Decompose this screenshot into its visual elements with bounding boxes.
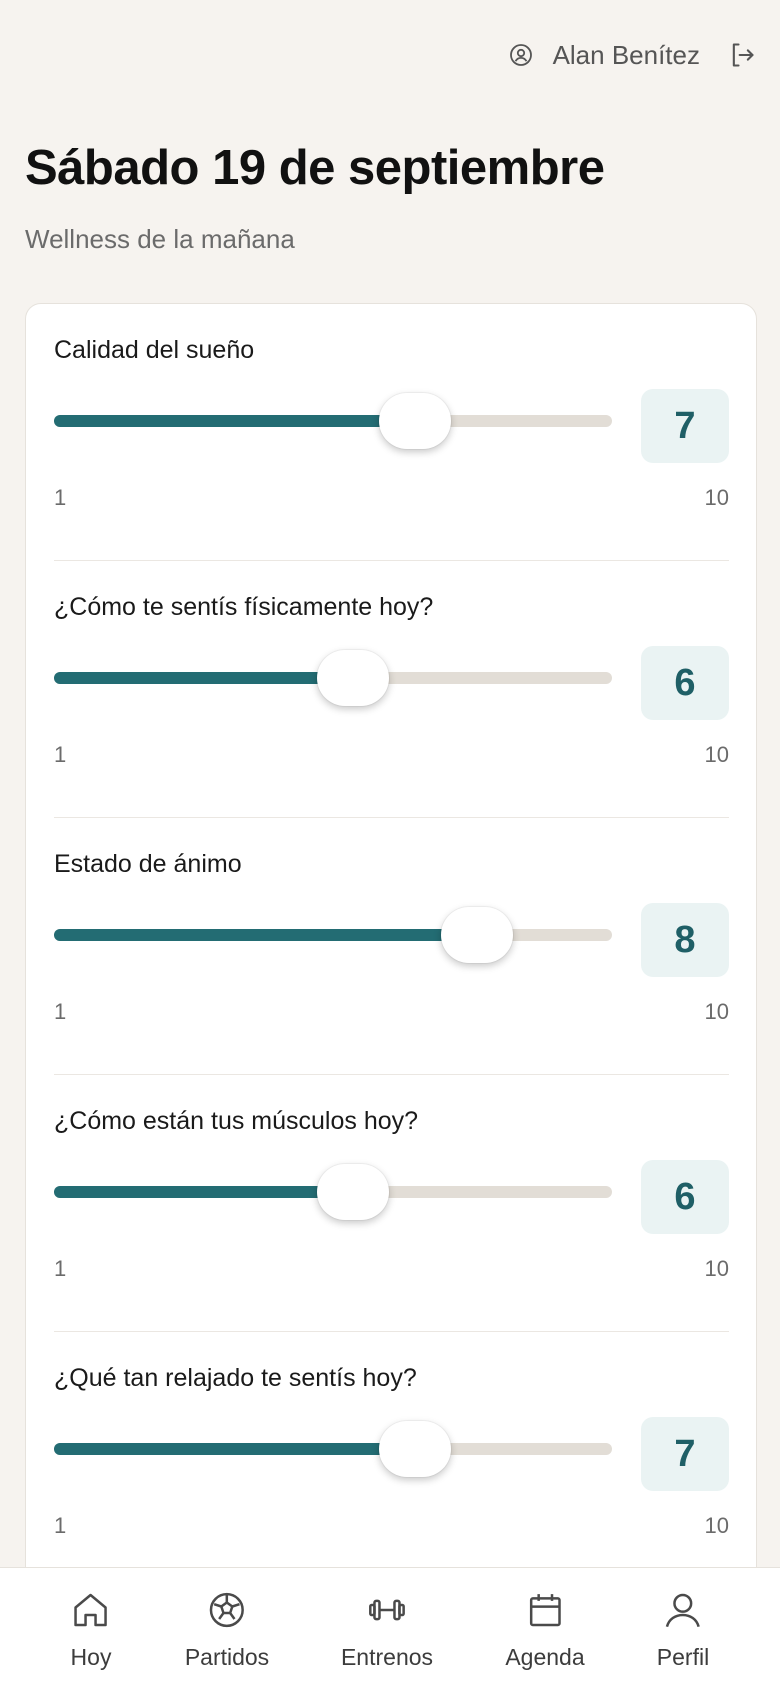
user-circle-icon xyxy=(509,44,532,66)
slider-track[interactable] xyxy=(54,393,612,449)
user-name: Alan Benítez xyxy=(552,39,700,70)
slider-track[interactable] xyxy=(54,1164,612,1220)
nav-label: Agenda xyxy=(505,1644,585,1670)
user-bar: Alan Benítez xyxy=(509,36,756,74)
slider-thumb[interactable] xyxy=(379,393,451,449)
question-physical-feeling: ¿Cómo te sentís físicamente hoy? 6 1 10 xyxy=(54,561,729,818)
slider-fill xyxy=(54,1443,415,1455)
slider-fill xyxy=(54,672,353,684)
slider-max-label: 10 xyxy=(704,999,729,1024)
question-relaxation: ¿Qué tan relajado te sentís hoy? 7 1 10 xyxy=(54,1332,729,1589)
slider-thumb[interactable] xyxy=(379,1421,451,1477)
user-icon xyxy=(665,1593,701,1628)
slider-max-label: 10 xyxy=(704,742,729,767)
slider-value: 6 xyxy=(641,646,729,720)
dumbbell-icon xyxy=(369,1599,405,1621)
slider-min-label: 1 xyxy=(54,1256,67,1281)
slider-max-label: 10 xyxy=(704,485,729,510)
slider-max-label: 10 xyxy=(704,1256,729,1281)
question-sleep-quality: Calidad del sueño 7 1 10 xyxy=(54,304,729,561)
nav-item-entrenos[interactable]: Entrenos xyxy=(341,1590,433,1671)
nav-label: Perfil xyxy=(656,1644,710,1670)
slider-value: 7 xyxy=(641,1417,729,1491)
slider-value: 7 xyxy=(641,389,729,463)
slider-thumb[interactable] xyxy=(317,1164,389,1220)
question-muscles: ¿Cómo están tus músculos hoy? 6 1 10 xyxy=(54,1075,729,1332)
slider-value: 6 xyxy=(641,1160,729,1234)
nav-item-hoy[interactable]: Hoy xyxy=(70,1590,112,1671)
slider-fill xyxy=(54,929,477,941)
nav-item-agenda[interactable]: Agenda xyxy=(505,1590,585,1671)
nav-label: Hoy xyxy=(70,1644,112,1670)
slider-fill xyxy=(54,1186,353,1198)
slider-track[interactable] xyxy=(54,907,612,963)
nav-label: Partidos xyxy=(184,1644,270,1670)
question-label: ¿Cómo están tus músculos hoy? xyxy=(54,1107,419,1135)
calendar-icon xyxy=(529,1594,561,1627)
nav-item-partidos[interactable]: Partidos xyxy=(185,1590,269,1671)
slider-thumb[interactable] xyxy=(441,907,513,963)
question-label: Estado de ánimo xyxy=(54,850,242,878)
slider-track[interactable] xyxy=(54,1421,612,1477)
soccer-ball-icon xyxy=(209,1592,245,1628)
slider-min-label: 1 xyxy=(54,1513,67,1538)
question-label: Calidad del sueño xyxy=(54,336,255,364)
question-label: ¿Cómo te sentís físicamente hoy? xyxy=(54,593,434,621)
page-subtitle: Wellness de la mañana xyxy=(25,224,295,254)
slider-min-label: 1 xyxy=(54,742,67,767)
question-mood: Estado de ánimo 8 1 10 xyxy=(54,818,729,1075)
slider-value: 8 xyxy=(641,903,729,977)
nav-item-perfil[interactable]: Perfil xyxy=(657,1590,709,1671)
question-label: ¿Qué tan relajado te sentís hoy? xyxy=(54,1364,417,1392)
wellness-card: Calidad del sueño 7 1 10 ¿Cómo te sentís… xyxy=(25,303,757,1603)
slider-min-label: 1 xyxy=(54,485,67,510)
page-title: Sábado 19 de septiembre xyxy=(25,141,605,195)
bottom-nav: Hoy Partidos Entrenos Agenda Perfil xyxy=(0,1567,780,1688)
nav-label: Entrenos xyxy=(340,1644,434,1670)
slider-min-label: 1 xyxy=(54,999,67,1024)
home-icon xyxy=(74,1593,108,1627)
slider-max-label: 10 xyxy=(704,1513,729,1538)
slider-track[interactable] xyxy=(54,650,612,706)
slider-thumb[interactable] xyxy=(317,650,389,706)
logout-icon[interactable] xyxy=(728,41,756,69)
slider-fill xyxy=(54,415,415,427)
wellness-page: Alan Benítez Sábado 19 de septiembre Wel… xyxy=(0,0,780,1688)
